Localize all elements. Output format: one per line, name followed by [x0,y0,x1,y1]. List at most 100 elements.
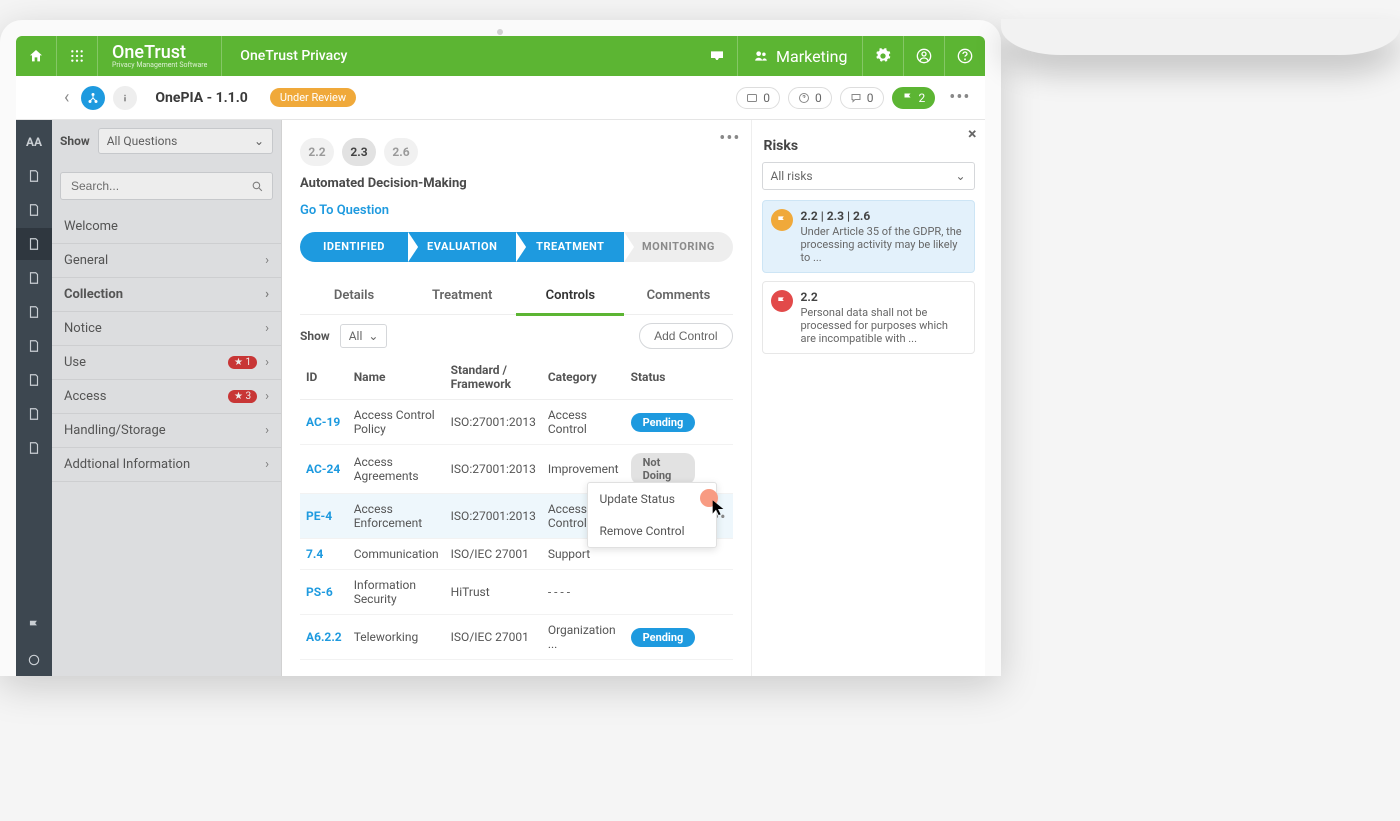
sidebar-item[interactable]: Handling/Storage› [52,414,281,448]
assessment-title: OnePIA - 1.1.0 [155,90,247,106]
cursor-icon [710,497,726,517]
assessment-header: ‹ OnePIA - 1.1.0 Under Review 0 0 [16,76,985,120]
question-step[interactable]: 2.6 [384,138,418,166]
control-standard: ISO:27001:2013 [445,494,542,539]
back-icon[interactable]: ‹ [60,87,73,108]
question-step[interactable]: 2.3 [342,138,376,166]
rail-doc-8[interactable] [16,398,52,430]
flags-count-pill[interactable]: 2 [892,87,936,109]
risks-filter-select[interactable]: All risks ⌄ [762,162,975,190]
control-id-link[interactable]: A6.2.2 [306,630,342,644]
rail-flag-icon[interactable] [16,610,52,642]
sidebar-item[interactable]: Notice› [52,312,281,346]
gear-icon[interactable] [863,36,903,76]
help-icon[interactable] [945,36,985,76]
rail-doc-3[interactable] [16,228,52,260]
rail-doc-5[interactable] [16,296,52,328]
phase-step[interactable]: IDENTIFIED [300,232,408,262]
chevron-down-icon: ⌄ [254,134,264,148]
inbox-icon[interactable] [697,36,737,76]
table-row[interactable]: A6.2.2 Teleworking ISO/IEC 27001 Organiz… [300,615,733,660]
info-icon[interactable] [113,86,137,110]
rail-text-size[interactable]: AA [16,126,52,158]
show-filter-select[interactable]: All Questions ⌄ [98,128,273,154]
controls-filter-select[interactable]: All ⌄ [340,324,388,348]
header-more-icon[interactable]: ••• [943,87,976,108]
risks-panel: × Risks All risks ⌄ 2.2 | 2.3 | 2.6 Unde… [751,120,985,676]
status-pill: Not Doing [631,453,696,485]
control-id-link[interactable]: PE-4 [306,509,332,523]
rail-doc-9[interactable] [16,432,52,464]
rail-doc-7[interactable] [16,364,52,396]
table-col-header: ID [300,355,348,400]
rail-doc-4[interactable] [16,262,52,294]
notes-count-pill[interactable]: 0 [736,87,780,109]
search-input-wrap[interactable] [60,172,273,200]
phase-step[interactable]: EVALUATION [408,232,516,262]
section-title: Automated Decision-Making [300,176,733,191]
flag-icon [771,290,793,312]
subtab[interactable]: Controls [516,278,624,316]
question-sidebar: Show All Questions ⌄ Welcome General › Coll… [52,120,282,676]
main-content: ••• 2.22.32.6 Automated Decision-Making … [282,120,751,676]
table-col-header: Name [348,355,445,400]
subtab[interactable]: Comments [624,278,732,314]
brand-logo[interactable]: OneTrust Privacy Management Software [98,44,221,69]
user-icon[interactable] [904,36,944,76]
row-action-menu: Update Status Remove Control [587,482,717,548]
sidebar-item[interactable]: Collection› [52,278,281,312]
sidebar-item[interactable]: Access★ 3› [52,380,281,414]
subtab[interactable]: Treatment [408,278,516,314]
remove-control-option[interactable]: Remove Control [588,515,716,547]
team-selector[interactable]: Marketing [738,36,861,76]
rail-bottom-icon[interactable] [16,644,52,676]
help-count-pill[interactable]: 0 [788,87,832,109]
chevron-right-icon: › [265,389,269,404]
update-status-option[interactable]: Update Status [588,483,716,515]
control-id-link[interactable]: AC-24 [306,462,340,476]
left-rail: AA [16,120,52,676]
subtab[interactable]: Details [300,278,408,314]
control-id-link[interactable]: AC-19 [306,415,340,429]
risk-item[interactable]: 2.2 | 2.3 | 2.6 Under Article 35 of the … [762,200,975,273]
sidebar-item-label: Access [64,389,106,404]
tree-icon[interactable] [81,86,105,110]
sidebar-item[interactable]: General › [52,244,281,278]
question-step[interactable]: 2.2 [300,138,334,166]
apps-grid-icon[interactable] [57,36,97,76]
chevron-down-icon: ⌄ [955,169,965,183]
control-id-link[interactable]: 7.4 [306,547,323,561]
main-more-icon[interactable]: ••• [719,128,740,149]
phase-step[interactable]: MONITORING [624,232,732,262]
home-icon[interactable] [16,36,56,76]
table-row[interactable]: PS-6 Information Security HiTrust - - - … [300,570,733,615]
sidebar-item[interactable]: Use★ 1› [52,346,281,380]
rail-doc-6[interactable] [16,330,52,362]
control-id-link[interactable]: PS-6 [306,585,333,599]
control-standard: ISO/IEC 27001 [445,539,542,570]
rail-doc-2[interactable] [16,194,52,226]
subtabs: DetailsTreatmentControlsComments [300,278,733,315]
control-category: Access Control [542,400,625,445]
close-icon[interactable]: × [968,124,977,143]
risk-heading: 2.2 | 2.3 | 2.6 [801,209,966,223]
sidebar-item-label: General [64,253,108,268]
table-row[interactable]: AC-19 Access Control Policy ISO:27001:20… [300,400,733,445]
sidebar-item[interactable]: Welcome [52,210,281,244]
sidebar-item-label: Handling/Storage [64,423,166,438]
chevron-right-icon: › [265,253,269,268]
phase-step[interactable]: TREATMENT [516,232,624,262]
risk-item[interactable]: 2.2 Personal data shall not be processed… [762,281,975,354]
sidebar-item-label: Use [64,355,86,370]
rail-doc-1[interactable] [16,160,52,192]
team-label: Marketing [776,47,847,66]
show-label: Show [60,134,90,148]
control-name: Access Agreements [348,445,445,494]
sidebar-item[interactable]: Addtional Information› [52,448,281,482]
add-control-button[interactable]: Add Control [639,323,732,349]
go-to-question-link[interactable]: Go To Question [300,203,389,218]
brand-tagline: Privacy Management Software [112,62,207,69]
comments-count-pill[interactable]: 0 [840,87,884,109]
chevron-right-icon: › [265,321,269,336]
search-input[interactable] [69,178,251,194]
